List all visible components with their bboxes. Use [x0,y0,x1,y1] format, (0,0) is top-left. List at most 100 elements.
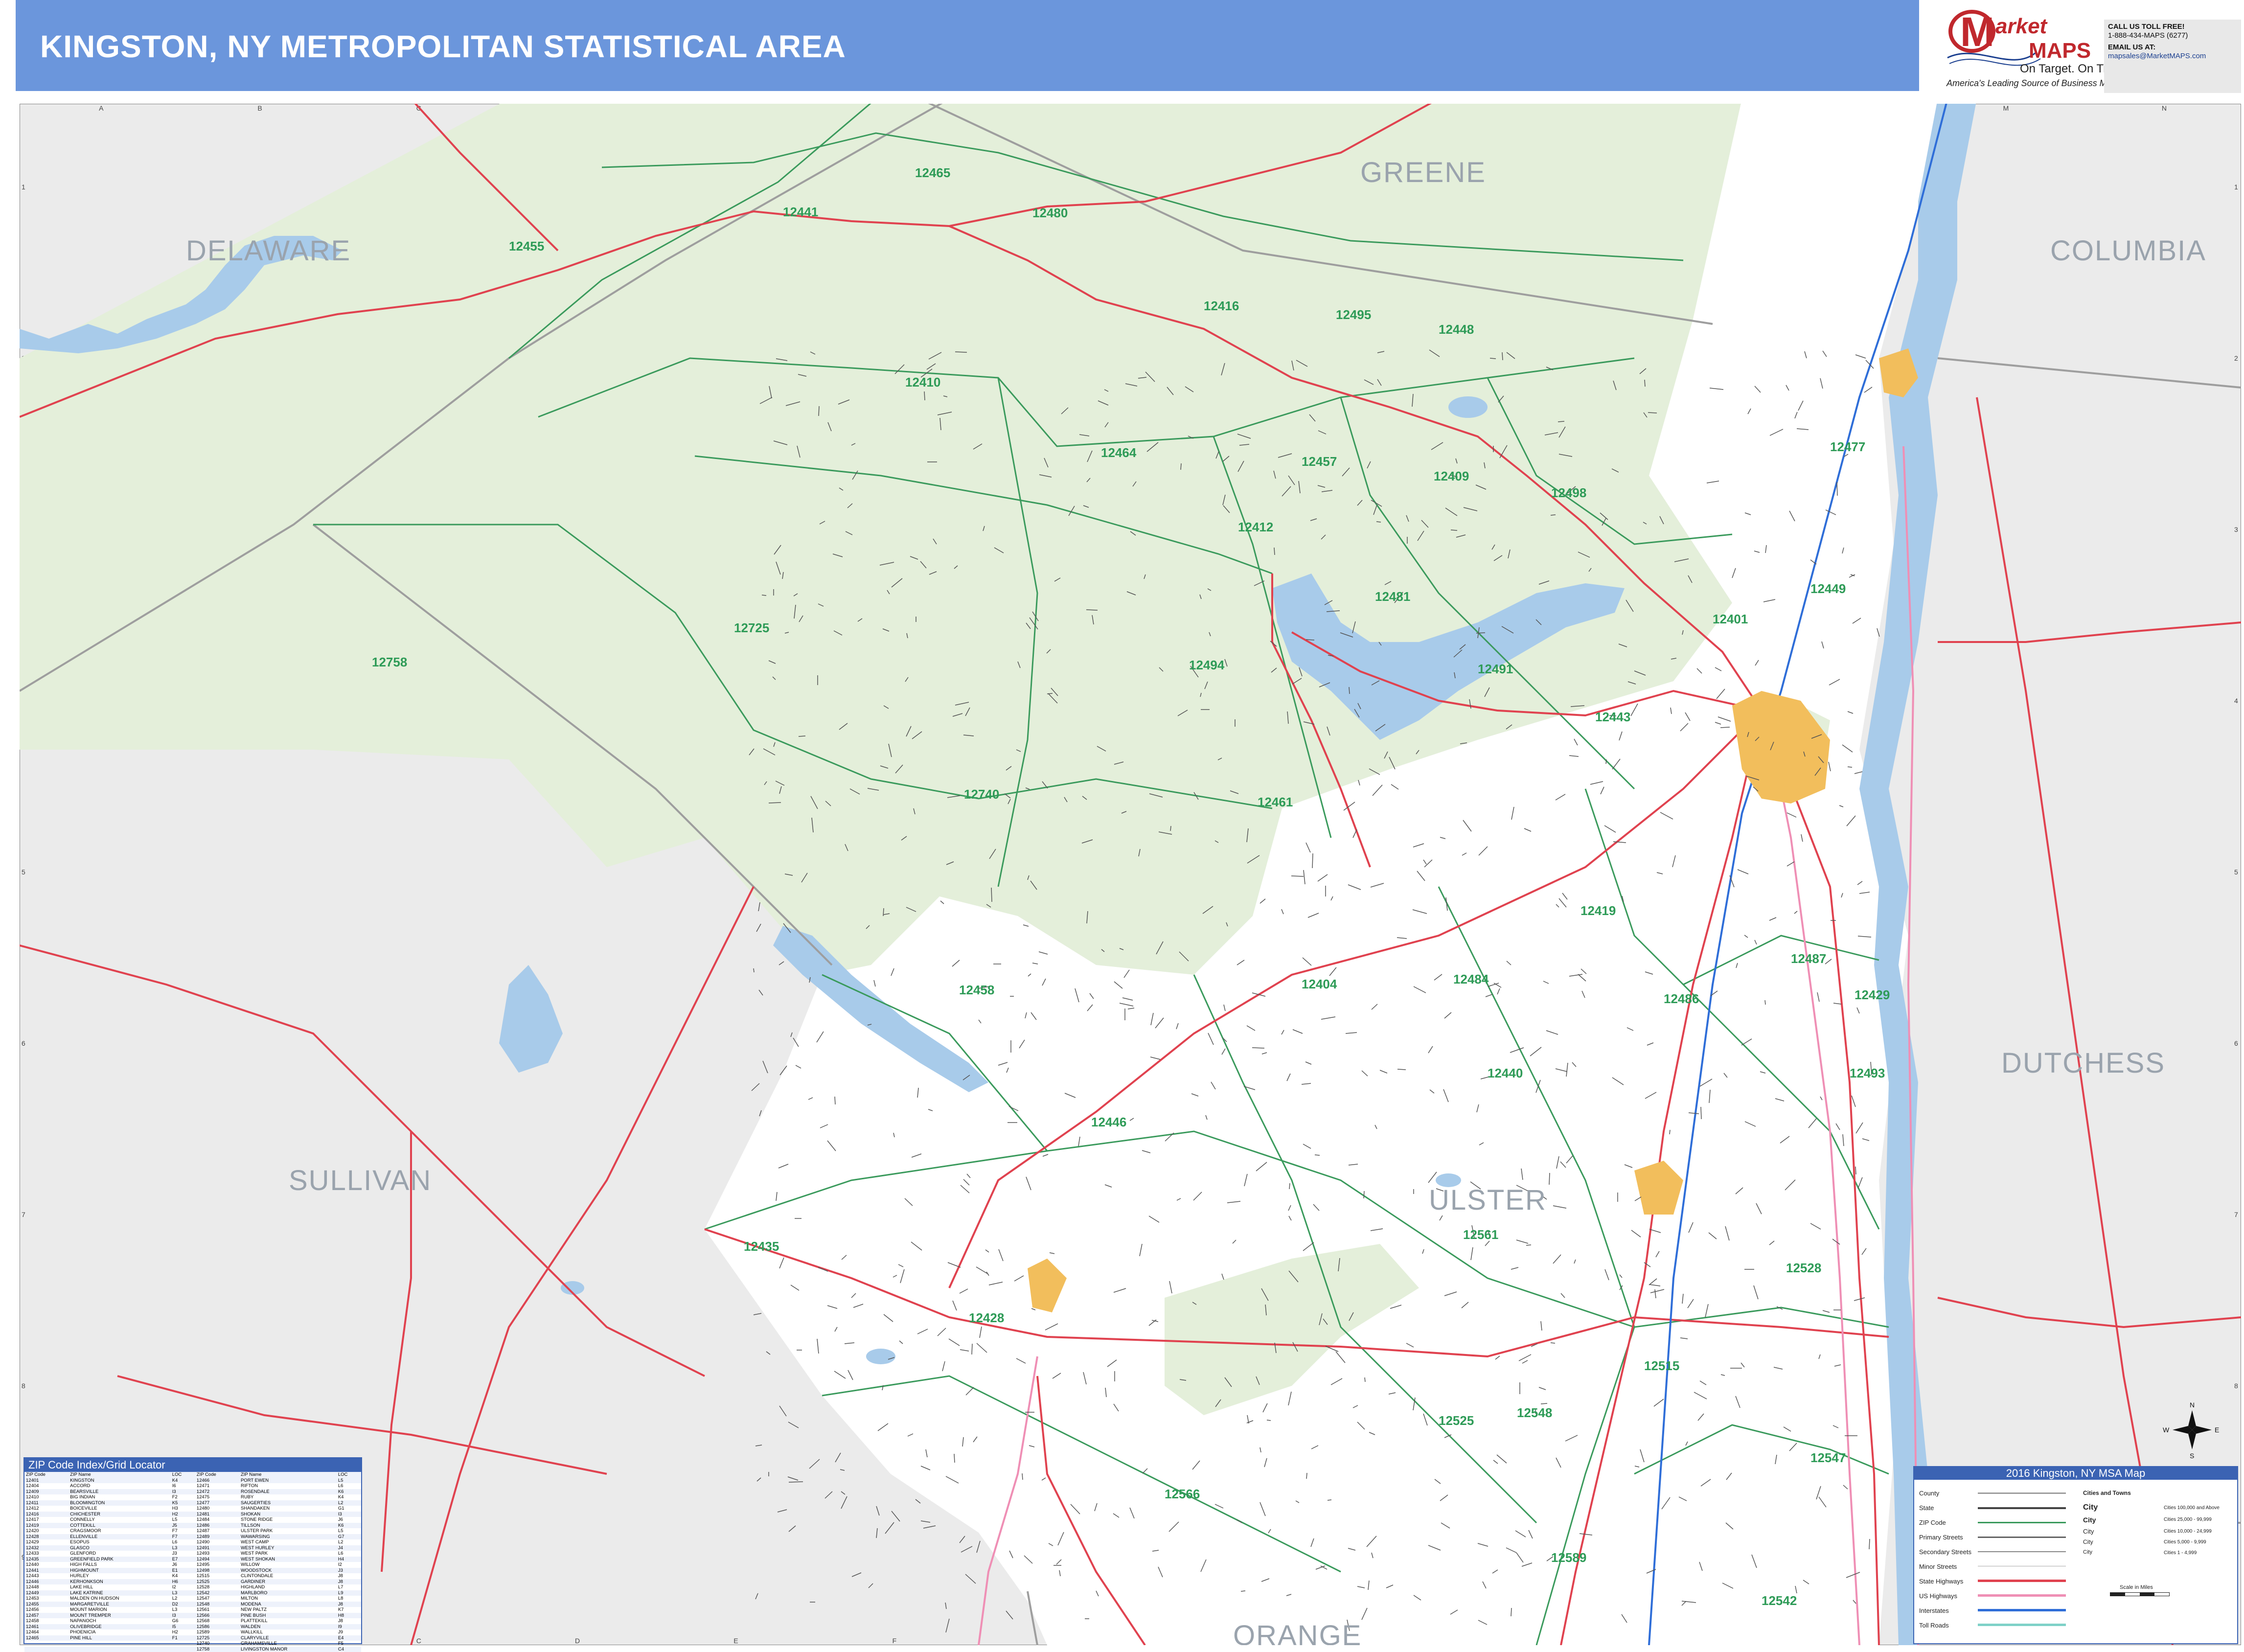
zip-index-row: 12456MOUNT MARIONL312561NEW PALTZK7 [24,1607,361,1613]
minor-street [1549,1173,1550,1185]
county-label-columbia: COLUMBIA [2050,235,2206,267]
legend-swatch-us-highways [1978,1594,2066,1597]
minor-street [1720,727,1730,728]
zip-index-cell: E4 [337,1635,361,1641]
zip-index-cell: F7 [171,1534,195,1540]
zip-index-row: 12435GREENFIELD PARKE712494WEST SHOKANH4 [24,1557,361,1562]
legend-swatch-interstates [1978,1609,2066,1611]
zip-index-cell: 12475 [195,1494,239,1500]
email-label: EMAIL US AT: [2108,43,2237,52]
zip-index-header: ZIP Name [69,1472,171,1478]
zip-index-cell: 12525 [195,1579,239,1585]
grid-number: 3 [2234,526,2238,533]
zip-index-cell: 12490 [195,1539,239,1545]
legend-item-zip: ZIP Code [1919,1519,1946,1526]
zip-index-cell: 12466 [195,1478,239,1484]
zip-index-cell: MOUNT MARION [69,1607,171,1613]
zip-label: 12740 [964,787,999,802]
compass-s: S [2190,1452,2194,1460]
zip-index-cell: L5 [171,1517,195,1523]
minor-street [991,888,992,902]
zip-label: 12440 [1488,1066,1523,1080]
phone-number[interactable]: 1-888-434-MAPS (6277) [2108,31,2237,40]
zip-index-cell: KERHONKSON [69,1579,171,1585]
legend-item-state: State [1919,1504,1934,1512]
zip-index-cell: 12401 [24,1478,69,1484]
legend-city-label: City [2083,1528,2094,1535]
zip-index-cell: BOICEVILLE [69,1506,171,1512]
zip-index-row: 12420CRAGSMOORF712487ULSTER PARKL5 [24,1528,361,1534]
zip-index-cell: HURLEY [69,1573,171,1579]
zip-label: 12458 [959,983,994,997]
zip-index-cell: BEARSVILLE [69,1489,171,1495]
zip-label: 12481 [1375,589,1410,604]
legend-swatch-state [1978,1507,2066,1509]
zip-index-cell: WOODSTOCK [239,1568,337,1574]
zip-index-cell: L6 [171,1539,195,1545]
zip-index-cell [24,1647,69,1652]
email-link[interactable]: mapsales@MarketMAPS.com [2108,52,2237,61]
minor-street [1022,1473,1023,1480]
legend-city-range: Cities 10,000 - 24,999 [2164,1529,2212,1534]
compass-n: N [2190,1401,2195,1409]
zip-index-cell: NAPANOCH [69,1618,171,1624]
zip-index-cell: L6 [337,1551,361,1557]
minor-street [1869,1539,1870,1549]
zip-index-cell: ULSTER PARK [239,1528,337,1534]
minor-street [954,1454,955,1463]
zip-index-cell: H2 [171,1512,195,1517]
legend-scale-label: Scale in Miles [2120,1584,2153,1590]
zip-index-cell: MARGARETVILLE [69,1602,171,1607]
county-label-dutchess: DUTCHESS [2001,1047,2165,1079]
zip-index-cell: F1 [171,1635,195,1641]
zip-index-cell: 12435 [24,1557,69,1562]
grid-number: 7 [22,1211,25,1218]
map-canvas[interactable]: AABBCCDDEEFFGGHHIIJJKKLLMMNN 11223344556… [20,104,2241,1645]
zip-index-cell: K6 [337,1523,361,1529]
zip-label: 12561 [1463,1227,1498,1242]
zip-index-cell: 12542 [195,1590,239,1596]
minor-street [1274,548,1275,555]
grid-number: 5 [2234,868,2238,876]
zip-index-cell: 12441 [24,1568,69,1574]
zip-index-cell: H6 [171,1579,195,1585]
zip-index-cell: BLOOMINGTON [69,1500,171,1506]
zip-index-cell: NEW PALTZ [239,1607,337,1613]
zip-index-cell: E7 [171,1557,195,1562]
zip-label: 12495 [1336,307,1371,322]
zip-index-cell: CHICHESTER [69,1512,171,1517]
zip-label: 12401 [1713,612,1748,626]
zip-index-cell: WAWARSING [239,1534,337,1540]
zip-index-cell: E1 [171,1568,195,1574]
zip-index-cell: 12461 [24,1624,69,1630]
legend-swatch-county [1978,1492,2066,1494]
contact-box: CALL US TOLL FREE! 1-888-434-MAPS (6277)… [2104,20,2241,93]
zip-label: 12404 [1302,977,1337,991]
zip-index-cell: H2 [171,1629,195,1635]
zip-index-table: ZIP Code ZIP Name LOC ZIP Code ZIP Name … [24,1472,361,1652]
zip-index-cell: 12432 [24,1545,69,1551]
zip-index-panel: ZIP Code Index/Grid Locator ZIP Code ZIP… [23,1457,362,1644]
legend-item-primary: Primary Streets [1919,1534,1963,1541]
zip-index-title: ZIP Code Index/Grid Locator [24,1458,361,1472]
zip-label: 12528 [1786,1261,1821,1275]
grid-letter: N [2162,104,2167,112]
legend-city-label: City [2083,1549,2092,1555]
zip-index-row: 12411BLOOMINGTONK512477SAUGERTIESL2 [24,1500,361,1506]
zip-index-cell: ELLENVILLE [69,1534,171,1540]
legend-city-label: City [2083,1538,2093,1545]
zip-label: 12547 [1810,1450,1846,1465]
zip-index-cell: J3 [171,1551,195,1557]
zip-index-cell: 12456 [24,1607,69,1613]
minor-street [1170,826,1171,831]
zip-label: 12457 [1302,454,1337,469]
legend-item-secondary: Secondary Streets [1919,1548,1971,1556]
zip-index-cell: I3 [171,1489,195,1495]
zip-index-header-row: ZIP Code ZIP Name LOC ZIP Code ZIP Name … [24,1472,361,1478]
zip-index-cell: MOUNT TREMPER [69,1613,171,1619]
map-area[interactable]: AABBCCDDEEFFGGHHIIJJKKLLMMNN 11223344556… [20,104,2241,1645]
zip-index-rows: 12401KINGSTONK412466PORT EWENL512404ACCO… [24,1478,361,1652]
zip-index-cell: H3 [171,1506,195,1512]
zip-index-cell: CONNELLY [69,1517,171,1523]
zip-index-cell: CLARYVILLE [239,1635,337,1641]
